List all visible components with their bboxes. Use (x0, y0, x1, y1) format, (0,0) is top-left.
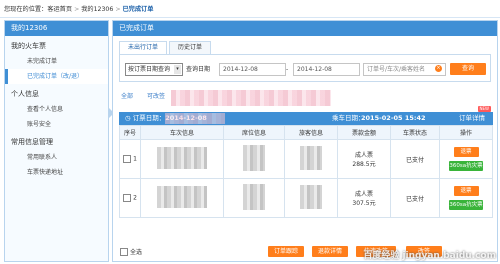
refund-button[interactable]: 退票 (453, 147, 479, 157)
watermark: 百度经验 jingyan.baidu.com (363, 251, 496, 261)
date-from-input[interactable]: 2014-12-08 (219, 63, 286, 76)
col-header: 序号 (119, 125, 141, 140)
redacted-order-no (165, 113, 225, 124)
date-to-input[interactable]: 2014-12-08 (293, 63, 360, 76)
sidebar-group-personal: 个人信息 (11, 90, 39, 98)
table-row: 1 成人票 288.5元 已支付 退票 360sa抗灾票 (119, 139, 493, 179)
main-title: 已完成订单 (113, 21, 497, 36)
redacted-seat-info (243, 184, 265, 210)
col-header: 旅客信息 (284, 125, 338, 140)
ticket-price: 288.5元 (352, 161, 376, 168)
col-header: 车次信息 (140, 125, 224, 140)
col-header: 票款金额 (337, 125, 391, 140)
redacted-passenger (300, 146, 322, 170)
redacted-passenger (300, 185, 322, 209)
seq-value: 1 (133, 155, 137, 163)
seq-cell: 2 (119, 178, 141, 218)
date-type-label: 查询日期 (186, 66, 211, 73)
ticket-type: 成人票 (354, 152, 373, 159)
subtab-bar: 全部 可改签 (121, 91, 165, 100)
keyword-search-input[interactable]: 订单号/车次/乘客姓名 (363, 63, 446, 76)
filter-bar: 按订票日期查询 ▾ 查询日期 2014-12-08 - 2014-12-08 订… (119, 55, 491, 82)
sidebar-group-common-info: 常用信息管理 (11, 138, 53, 146)
redacted-seat-info (243, 145, 265, 171)
breadcrumb-link-my12306[interactable]: 我的12306 (81, 6, 113, 13)
tab-history-orders[interactable]: 历史订单 (169, 41, 212, 54)
clear-icon[interactable]: × (435, 65, 442, 72)
price-cell: 成人票 288.5元 (337, 139, 391, 179)
breadcrumb-current: 已完成订单 (122, 6, 154, 13)
main-panel: 已完成订单 未出行订单 历史订单 按订票日期查询 ▾ 查询日期 2014-12-0… (112, 20, 498, 262)
breadcrumb-link-home[interactable]: 客运首页 (47, 6, 72, 13)
subtab-all[interactable]: 全部 (121, 93, 133, 100)
col-header: 车票状态 (390, 125, 440, 140)
sidebar-item-delivery-address[interactable]: 车票快递地址 (5, 165, 108, 180)
sidebar-item-account-security[interactable]: 账号安全 (5, 117, 108, 132)
sidebar-item-contacts[interactable]: 常用联系人 (5, 150, 108, 165)
new-badge: NEW (477, 106, 491, 112)
sidebar-group-tickets: 我的火车票 (11, 42, 46, 50)
table-row: 2 成人票 307.5元 已支付 退票 360sa抗灾票 (119, 178, 493, 218)
tab-bar: 未出行订单 历史订单 (119, 41, 213, 55)
seq-cell: 1 (119, 139, 141, 179)
seat-info-cell (223, 178, 285, 218)
order-detail-link[interactable]: 订单详情 (459, 112, 485, 125)
sidebar-title: 我的12306 (5, 21, 108, 36)
train-info-cell (140, 178, 224, 218)
redacted-train-info (157, 186, 207, 208)
select-all-label: 全选 (130, 249, 143, 256)
query-type-value: 按订票日期查询 (128, 66, 171, 73)
breadcrumb-separator: > (74, 6, 80, 13)
col-header: 操作 (439, 125, 493, 140)
seat-info-cell (223, 139, 285, 179)
green-action-button[interactable]: 360sa抗灾票 (449, 200, 483, 210)
row-checkbox[interactable] (123, 155, 132, 163)
depart-date-value: 2015-02-05 15:42 (361, 114, 426, 122)
green-action-button[interactable]: 360sa抗灾票 (449, 161, 483, 171)
breadcrumb-prefix: 您现在的位置： (4, 6, 48, 13)
search-button[interactable]: 查询 (450, 63, 486, 75)
table-header-row: 序号 车次信息 席位信息 旅客信息 票款金额 车票状态 操作 (119, 125, 493, 140)
clock-icon: ◷ (125, 114, 131, 122)
tab-upcoming-orders[interactable]: 未出行订单 (119, 41, 168, 55)
ticket-type: 成人票 (354, 191, 373, 198)
sidebar-item-view-profile[interactable]: 查看个人信息 (5, 102, 108, 117)
col-header: 席位信息 (223, 125, 285, 140)
order-table: 序号 车次信息 席位信息 旅客信息 票款金额 车票状态 操作 1 成人票 288.… (119, 125, 493, 218)
sidebar: 我的12306 我的火车票 未完成订单 已完成订单（改/退） 个人信息 查看个人… (4, 20, 114, 262)
sidebar-item-unfinished-orders[interactable]: 未完成订单 (5, 54, 108, 69)
order-track-button[interactable]: 订单跟踪 (268, 246, 304, 257)
seq-value: 2 (133, 194, 137, 202)
redacted-region (171, 90, 331, 106)
top-divider (0, 17, 500, 18)
redacted-train-info (157, 147, 207, 169)
status-cell: 已支付 (390, 178, 440, 218)
breadcrumb: 您现在的位置：客运首页 > 我的12306 > 已完成订单 (4, 4, 153, 16)
price-cell: 成人票 307.5元 (337, 178, 391, 218)
query-type-select[interactable]: 按订票日期查询 ▾ (125, 63, 183, 76)
date-separator: - (286, 66, 289, 73)
row-checkbox[interactable] (123, 194, 132, 202)
passenger-cell (284, 139, 338, 179)
depart-date-label: 乘车日期： (332, 114, 365, 122)
order-date-label: 订票日期： (132, 114, 166, 122)
status-cell: 已支付 (390, 139, 440, 179)
select-all-checkbox[interactable] (120, 248, 128, 256)
breadcrumb-separator: > (115, 6, 121, 13)
subtab-changeable[interactable]: 可改签 (147, 93, 165, 100)
action-cell: 退票 360sa抗灾票 (439, 178, 493, 218)
chevron-down-icon: ▾ (174, 65, 181, 74)
passenger-cell (284, 178, 338, 218)
sidebar-item-finished-orders[interactable]: 已完成订单（改/退） (5, 69, 108, 84)
train-info-cell (140, 139, 224, 179)
refund-detail-button[interactable]: 退款详情 (312, 246, 348, 257)
refund-button[interactable]: 退票 (453, 186, 479, 196)
ticket-price: 307.5元 (352, 200, 376, 207)
action-cell: 退票 360sa抗灾票 (439, 139, 493, 179)
